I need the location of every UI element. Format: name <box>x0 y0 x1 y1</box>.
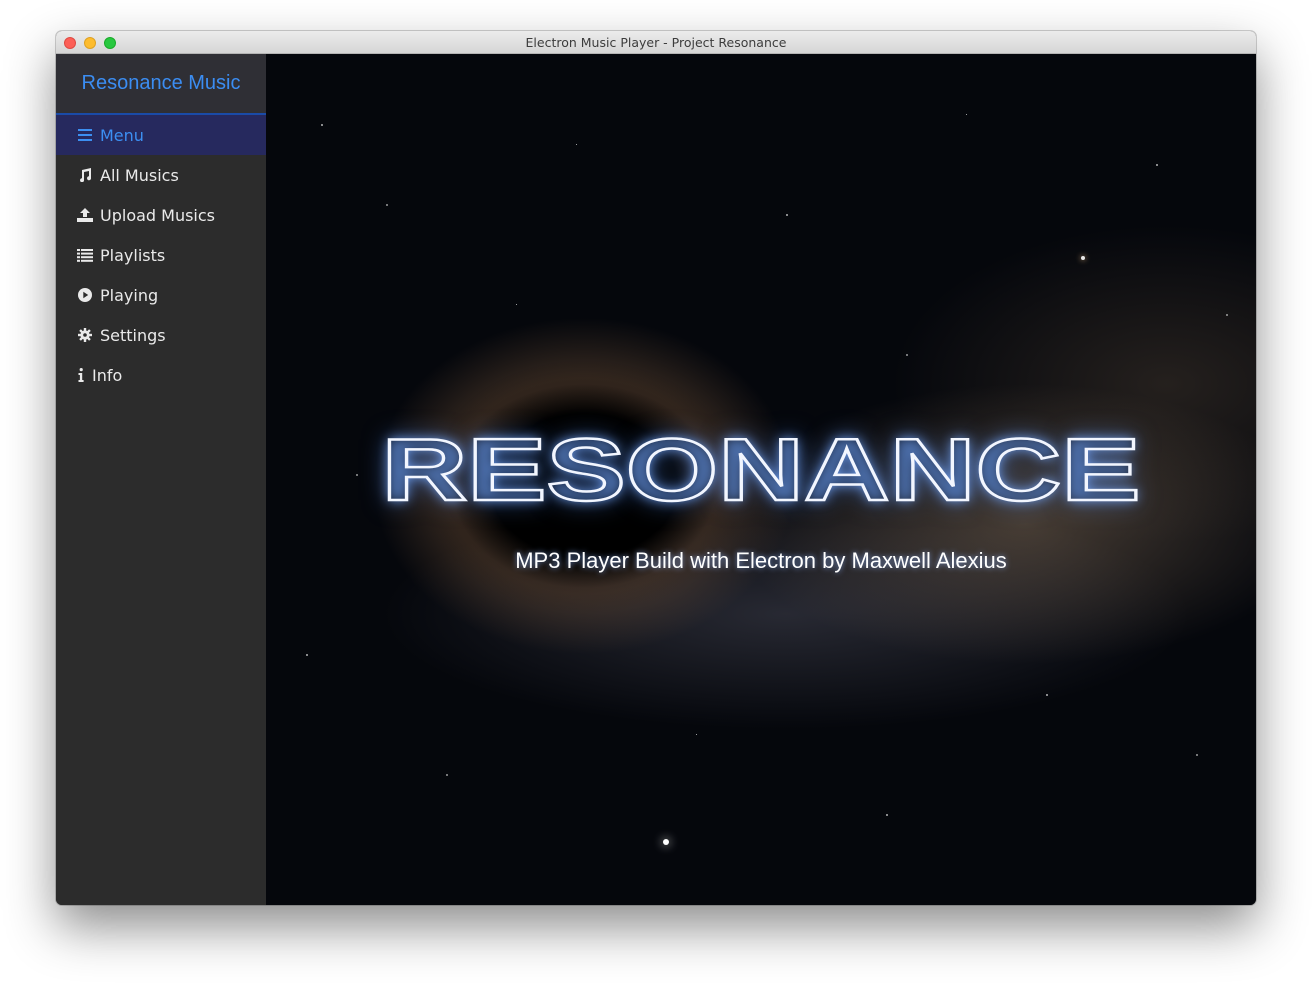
star <box>1156 164 1158 166</box>
sidebar-item-playlists[interactable]: Playlists <box>56 235 266 275</box>
sidebar-item-info[interactable]: Info <box>56 355 266 395</box>
play-circle-icon <box>76 287 94 303</box>
star <box>886 814 888 816</box>
app-brand: Resonance Music <box>56 54 266 115</box>
title-bar[interactable]: Electron Music Player - Project Resonanc… <box>56 31 1256 54</box>
star <box>1226 314 1228 316</box>
star <box>906 354 908 356</box>
star <box>1196 754 1198 756</box>
hero-subtitle: MP3 Player Build with Electron by Maxwel… <box>515 548 1007 573</box>
music-note-icon <box>76 167 94 183</box>
star <box>306 654 308 656</box>
upload-icon <box>76 207 94 223</box>
sidebar-item-label: Playing <box>100 285 159 305</box>
star <box>1081 256 1085 260</box>
hamburger-icon <box>76 127 94 143</box>
star <box>786 214 788 216</box>
sidebar-item-label: All Musics <box>100 165 179 185</box>
star <box>576 144 577 145</box>
sidebar-item-menu[interactable]: Menu <box>56 115 266 155</box>
sidebar-item-label: Menu <box>100 125 144 145</box>
star <box>321 124 323 126</box>
sidebar-item-label: Info <box>92 365 123 385</box>
star <box>386 204 388 206</box>
sidebar-item-settings[interactable]: Settings <box>56 315 266 355</box>
info-icon <box>76 367 86 383</box>
list-icon <box>76 247 94 263</box>
hero-panel: RESONANCE MP3 Player Build with Electron… <box>266 54 1256 905</box>
sidebar-item-label: Upload Musics <box>100 205 216 225</box>
star <box>446 774 448 776</box>
sidebar: Resonance Music Menu All Musics Upload M… <box>56 54 266 905</box>
app-window: Electron Music Player - Project Resonanc… <box>56 31 1256 905</box>
sidebar-item-all-musics[interactable]: All Musics <box>56 155 266 195</box>
gear-icon <box>76 327 94 343</box>
star <box>1046 694 1048 696</box>
star <box>966 114 967 115</box>
star <box>663 839 669 845</box>
star <box>696 734 697 735</box>
sidebar-item-upload-musics[interactable]: Upload Musics <box>56 195 266 235</box>
hero-title: RESONANCE <box>380 419 1142 521</box>
sidebar-item-playing[interactable]: Playing <box>56 275 266 315</box>
window-title: Electron Music Player - Project Resonanc… <box>525 35 787 50</box>
star <box>516 304 517 305</box>
sidebar-item-label: Playlists <box>100 245 166 265</box>
sidebar-nav: Menu All Musics Upload Musics Playlists <box>56 115 266 395</box>
sidebar-item-label: Settings <box>100 325 166 345</box>
